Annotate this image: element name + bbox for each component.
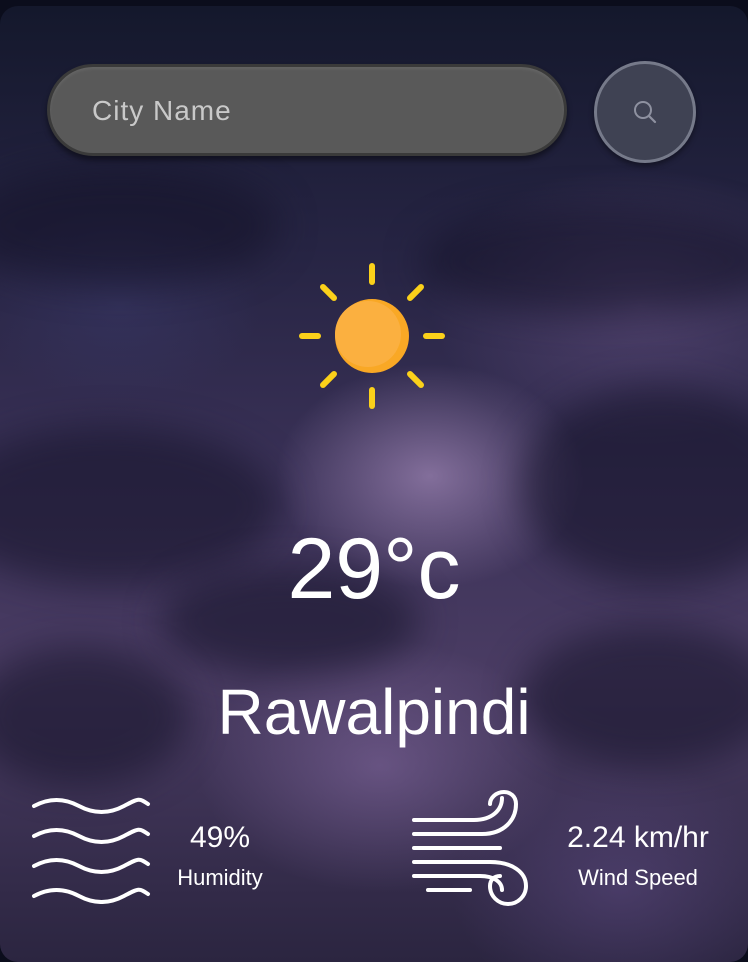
city-name: Rawalpindi bbox=[217, 676, 531, 748]
humidity-waves-icon bbox=[32, 797, 150, 904]
sun-icon bbox=[299, 263, 445, 409]
humidity-value: 49% bbox=[189, 821, 251, 854]
search-icon bbox=[634, 101, 657, 124]
background-cloud bbox=[420, 206, 748, 316]
background-cloud bbox=[0, 166, 280, 286]
wind-speed-value: 2.24 km/hr bbox=[567, 821, 709, 854]
temperature-value: 29°c bbox=[287, 521, 461, 617]
wind-speed-label: Wind Speed bbox=[578, 865, 698, 890]
wind-icon bbox=[412, 790, 529, 906]
search-button[interactable] bbox=[594, 61, 696, 163]
search-bar bbox=[47, 64, 567, 156]
weather-card: 29°c Rawalpindi 49% Humidity 2.24 km/hr … bbox=[0, 6, 748, 962]
city-search-input[interactable] bbox=[90, 67, 534, 155]
humidity-label: Humidity bbox=[177, 865, 263, 890]
